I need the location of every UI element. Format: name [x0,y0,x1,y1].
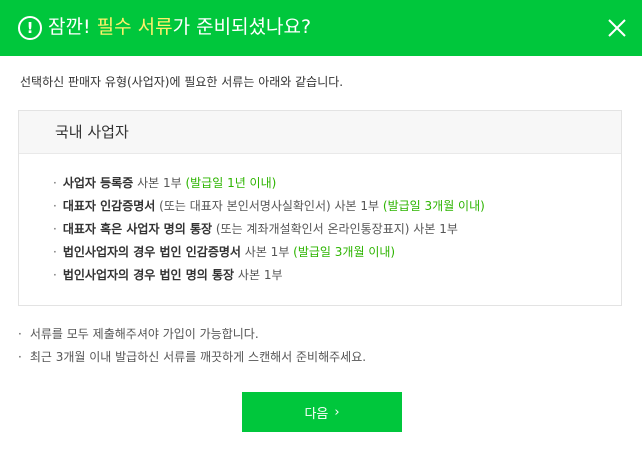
bullet: · [53,268,57,282]
note-item: · 서류를 모두 제출해주셔야 가입이 가능합니다. [18,326,366,349]
next-button[interactable]: 다음 › [242,392,402,432]
alert-icon: ! [18,16,42,40]
document-item: · 사업자 등록증 사본 1부 (발급일 1년 이내) [53,175,485,198]
note-text: 최근 3개월 이내 발급하신 서류를 깨끗하게 스캔해서 준비해주세요. [29,350,367,364]
document-item: · 대표자 혹은 사업자 명의 통장 (또는 계좌개설확인서 온라인통장표지) 사… [53,221,485,244]
business-type-title: 국내 사업자 [55,123,129,141]
document-name: 사업자 등록증 [62,176,134,190]
notes-list: · 서류를 모두 제출해주셔야 가입이 가능합니다. · 최근 3개월 이내 발급하… [18,326,366,372]
document-validity: (발급일 3개월 이내) [382,199,485,213]
intro-text: 선택하신 판매자 유형(사업자)에 필요한 서류는 아래와 같습니다. [20,75,344,89]
title-suffix: 가 준비되셨나요? [172,16,312,38]
title-highlight: 필수 서류 [96,16,173,38]
dialog-title: 잠깐! 필수 서류가 준비되셨나요? [48,14,311,40]
bullet: · [53,222,57,236]
bullet: · [53,245,57,259]
chevron-right-icon: › [334,404,340,420]
document-item: · 법인사업자의 경우 법인 인감증명서 사본 1부 (발급일 3개월 이내) [53,244,485,267]
document-name: 법인사업자의 경우 법인 명의 통장 [62,268,235,282]
documents-box-header: 국내 사업자 [19,111,621,154]
close-button[interactable] [605,16,629,40]
document-detail: (또는 계좌개설확인서 온라인통장표지) 사본 1부 [212,222,458,236]
document-item: · 대표자 인감증명서 (또는 대표자 본인서명사실확인서) 사본 1부 (발급일… [53,198,485,221]
document-detail: 사본 1부 [240,245,294,259]
required-documents-list: · 사업자 등록증 사본 1부 (발급일 1년 이내) · 대표자 인감증명서 (또… [53,175,485,290]
bullet: · [53,176,57,190]
note-item: · 최근 3개월 이내 발급하신 서류를 깨끗하게 스캔해서 준비해주세요. [18,349,366,372]
bullet: · [53,199,57,213]
documents-box: 국내 사업자 · 사업자 등록증 사본 1부 (발급일 1년 이내) · 대표자 인… [18,110,622,306]
title-prefix: 잠깐! [48,16,97,38]
document-validity: (발급일 3개월 이내) [293,245,396,259]
document-validity: (발급일 1년 이내) [185,176,277,190]
document-name: 대표자 인감증명서 [62,199,156,213]
document-detail: 사본 1부 [234,268,283,282]
bullet: · [18,327,22,341]
document-detail: (또는 대표자 본인서명사실확인서) 사본 1부 [155,199,383,213]
document-item: · 법인사업자의 경우 법인 명의 통장 사본 1부 [53,267,485,290]
next-button-label: 다음 [304,406,329,422]
document-name: 법인사업자의 경우 법인 인감증명서 [62,245,241,259]
document-detail: 사본 1부 [133,176,186,190]
bullet: · [18,350,22,364]
note-text: 서류를 모두 제출해주셔야 가입이 가능합니다. [29,327,259,341]
close-icon [608,19,626,37]
document-name: 대표자 혹은 사업자 명의 통장 [62,222,213,236]
dialog-header: ! 잠깐! 필수 서류가 준비되셨나요? [0,0,642,56]
